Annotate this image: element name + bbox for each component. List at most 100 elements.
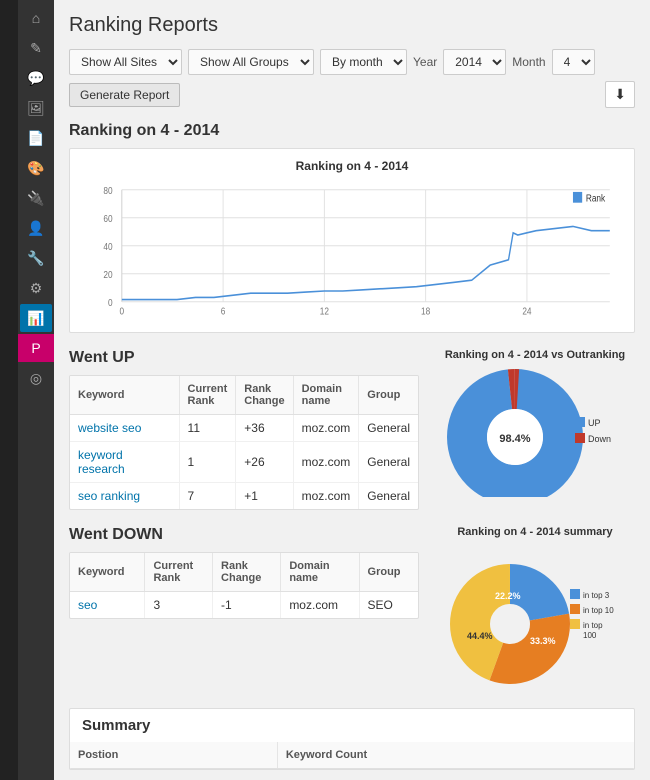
sidebar-icon-users[interactable]: 👤 [20, 214, 52, 242]
svg-text:24: 24 [522, 306, 531, 317]
col-keyword-up: Keyword [70, 376, 179, 415]
svg-text:in top 3: in top 3 [583, 591, 610, 600]
groups-select[interactable]: Show All Groups [188, 49, 314, 75]
col-group-up: Group [359, 376, 418, 415]
col-domain-down: Domainname [281, 553, 359, 592]
year-label: Year [413, 55, 437, 69]
main-content: Ranking Reports Show All Sites Show All … [54, 0, 650, 780]
went-down-content: Went DOWN Keyword CurrentRank RankChange… [69, 526, 419, 619]
svg-text:in top: in top [583, 621, 603, 630]
line-chart-container: Ranking on 4 - 2014 80 60 40 20 0 0 6 12 [69, 148, 635, 333]
col-rank-change-down: RankChange [213, 553, 281, 592]
table-cell: moz.com [293, 415, 359, 442]
summary-title: Summary [70, 709, 634, 742]
up-pie-container: Ranking on 4 - 2014 vs Outranking 98.4% … [435, 349, 635, 500]
summary-section: Summary Postion Keyword Count [69, 708, 635, 770]
table-cell: General [359, 442, 418, 483]
chart-title: Ranking on 4 - 2014 [85, 159, 619, 173]
svg-text:60: 60 [103, 213, 112, 224]
table-cell: 1 [179, 442, 236, 483]
svg-text:44.4%: 44.4% [467, 631, 493, 641]
sidebar-icons: ⌂ ✎ 💬 🖼 📄 🎨 🔌 👤 🔧 ⚙ 📊 P ◎ [18, 0, 54, 780]
went-down-table-wrap: Keyword CurrentRank RankChange Domainnam… [69, 552, 419, 619]
toolbar: Show All Sites Show All Groups By month … [69, 49, 635, 108]
download-icon: ⬇ [614, 86, 626, 102]
col-domain-up: Domainname [293, 376, 359, 415]
sidebar-icon-home[interactable]: ⌂ [20, 4, 52, 32]
up-pie-chart: 98.4% UP Down [435, 367, 615, 497]
table-cell: 3 [145, 592, 213, 619]
sidebar-icon-comments[interactable]: 💬 [20, 64, 52, 92]
generate-button[interactable]: Generate Report [69, 83, 180, 107]
ranking-section-title: Ranking on 4 - 2014 [69, 122, 635, 140]
sidebar-icon-appearance[interactable]: 🎨 [20, 154, 52, 182]
svg-text:UP: UP [588, 418, 601, 428]
table-row: website seo11+36moz.comGeneral [70, 415, 418, 442]
summary-pie-chart: 22.2% 33.3% 44.4% in top 3 in top 10 in … [435, 544, 615, 689]
month-label: Month [512, 55, 545, 69]
col-current-rank-up: CurrentRank [179, 376, 236, 415]
svg-text:20: 20 [103, 269, 112, 280]
page-title: Ranking Reports [69, 10, 635, 37]
sidebar-icon-circle[interactable]: ◎ [20, 364, 52, 392]
keyword-link[interactable]: keyword research [70, 442, 179, 483]
keyword-link[interactable]: seo [70, 592, 145, 619]
went-down-section: Went DOWN Keyword CurrentRank RankChange… [69, 526, 635, 692]
col-keyword-down: Keyword [70, 553, 145, 592]
went-down-table: Keyword CurrentRank RankChange Domainnam… [70, 553, 418, 618]
summary-col-position: Postion [70, 742, 277, 769]
svg-text:40: 40 [103, 241, 112, 252]
svg-text:22.2%: 22.2% [495, 591, 521, 601]
month-select[interactable]: 4 [552, 49, 595, 75]
table-cell: moz.com [293, 483, 359, 510]
went-up-title: Went UP [69, 349, 419, 367]
went-up-table-wrap: Keyword CurrentRank RankChange Domainnam… [69, 375, 419, 510]
table-row: seo3-1moz.comSEO [70, 592, 418, 619]
summary-pie-container: Ranking on 4 - 2014 summary 22.2% 33.3% … [435, 526, 635, 692]
svg-text:Down: Down [588, 434, 611, 444]
table-cell: 7 [179, 483, 236, 510]
svg-text:0: 0 [108, 297, 113, 308]
svg-text:6: 6 [221, 306, 226, 317]
sidebar-icon-media[interactable]: 🖼 [20, 94, 52, 122]
line-chart: 80 60 40 20 0 0 6 12 18 24 Rank [85, 179, 619, 319]
sites-select[interactable]: Show All Sites [69, 49, 182, 75]
table-cell: moz.com [293, 442, 359, 483]
table-cell: General [359, 415, 418, 442]
sidebar-icon-edit[interactable]: ✎ [20, 34, 52, 62]
keyword-link[interactable]: seo ranking [70, 483, 179, 510]
download-button[interactable]: ⬇ [605, 81, 635, 108]
col-rank-change-up: RankChange [236, 376, 293, 415]
went-up-content: Went UP Keyword CurrentRank RankChange D… [69, 349, 419, 510]
svg-text:12: 12 [320, 306, 329, 317]
table-cell: +26 [236, 442, 293, 483]
sidebar-icon-settings[interactable]: ⚙ [20, 274, 52, 302]
year-select[interactable]: 2014 [443, 49, 506, 75]
went-down-title: Went DOWN [69, 526, 419, 544]
table-cell: +1 [236, 483, 293, 510]
table-cell: -1 [213, 592, 281, 619]
svg-text:98.4%: 98.4% [499, 433, 530, 445]
svg-text:80: 80 [103, 185, 112, 196]
sidebar-black-strip [0, 0, 18, 780]
col-group-down: Group [359, 553, 418, 592]
keyword-link[interactable]: website seo [70, 415, 179, 442]
went-up-section: Went UP Keyword CurrentRank RankChange D… [69, 349, 635, 510]
sidebar-icon-tools[interactable]: 🔧 [20, 244, 52, 272]
col-current-rank-down: CurrentRank [145, 553, 213, 592]
sidebar-icon-plugins[interactable]: 🔌 [20, 184, 52, 212]
sidebar-icon-pages[interactable]: 📄 [20, 124, 52, 152]
table-row: keyword research1+26moz.comGeneral [70, 442, 418, 483]
table-row: seo ranking7+1moz.comGeneral [70, 483, 418, 510]
summary-pie-title: Ranking on 4 - 2014 summary [435, 526, 635, 538]
table-cell: SEO [359, 592, 418, 619]
sidebar-icon-ranking[interactable]: 📊 [20, 304, 52, 332]
summary-table: Postion Keyword Count [70, 742, 634, 769]
sidebar-icon-pink[interactable]: P [18, 334, 54, 362]
svg-text:0: 0 [120, 306, 125, 317]
svg-text:100: 100 [583, 631, 597, 640]
by-select[interactable]: By month [320, 49, 407, 75]
svg-text:33.3%: 33.3% [530, 636, 556, 646]
table-cell: 11 [179, 415, 236, 442]
summary-col-keyword-count: Keyword Count [277, 742, 634, 769]
